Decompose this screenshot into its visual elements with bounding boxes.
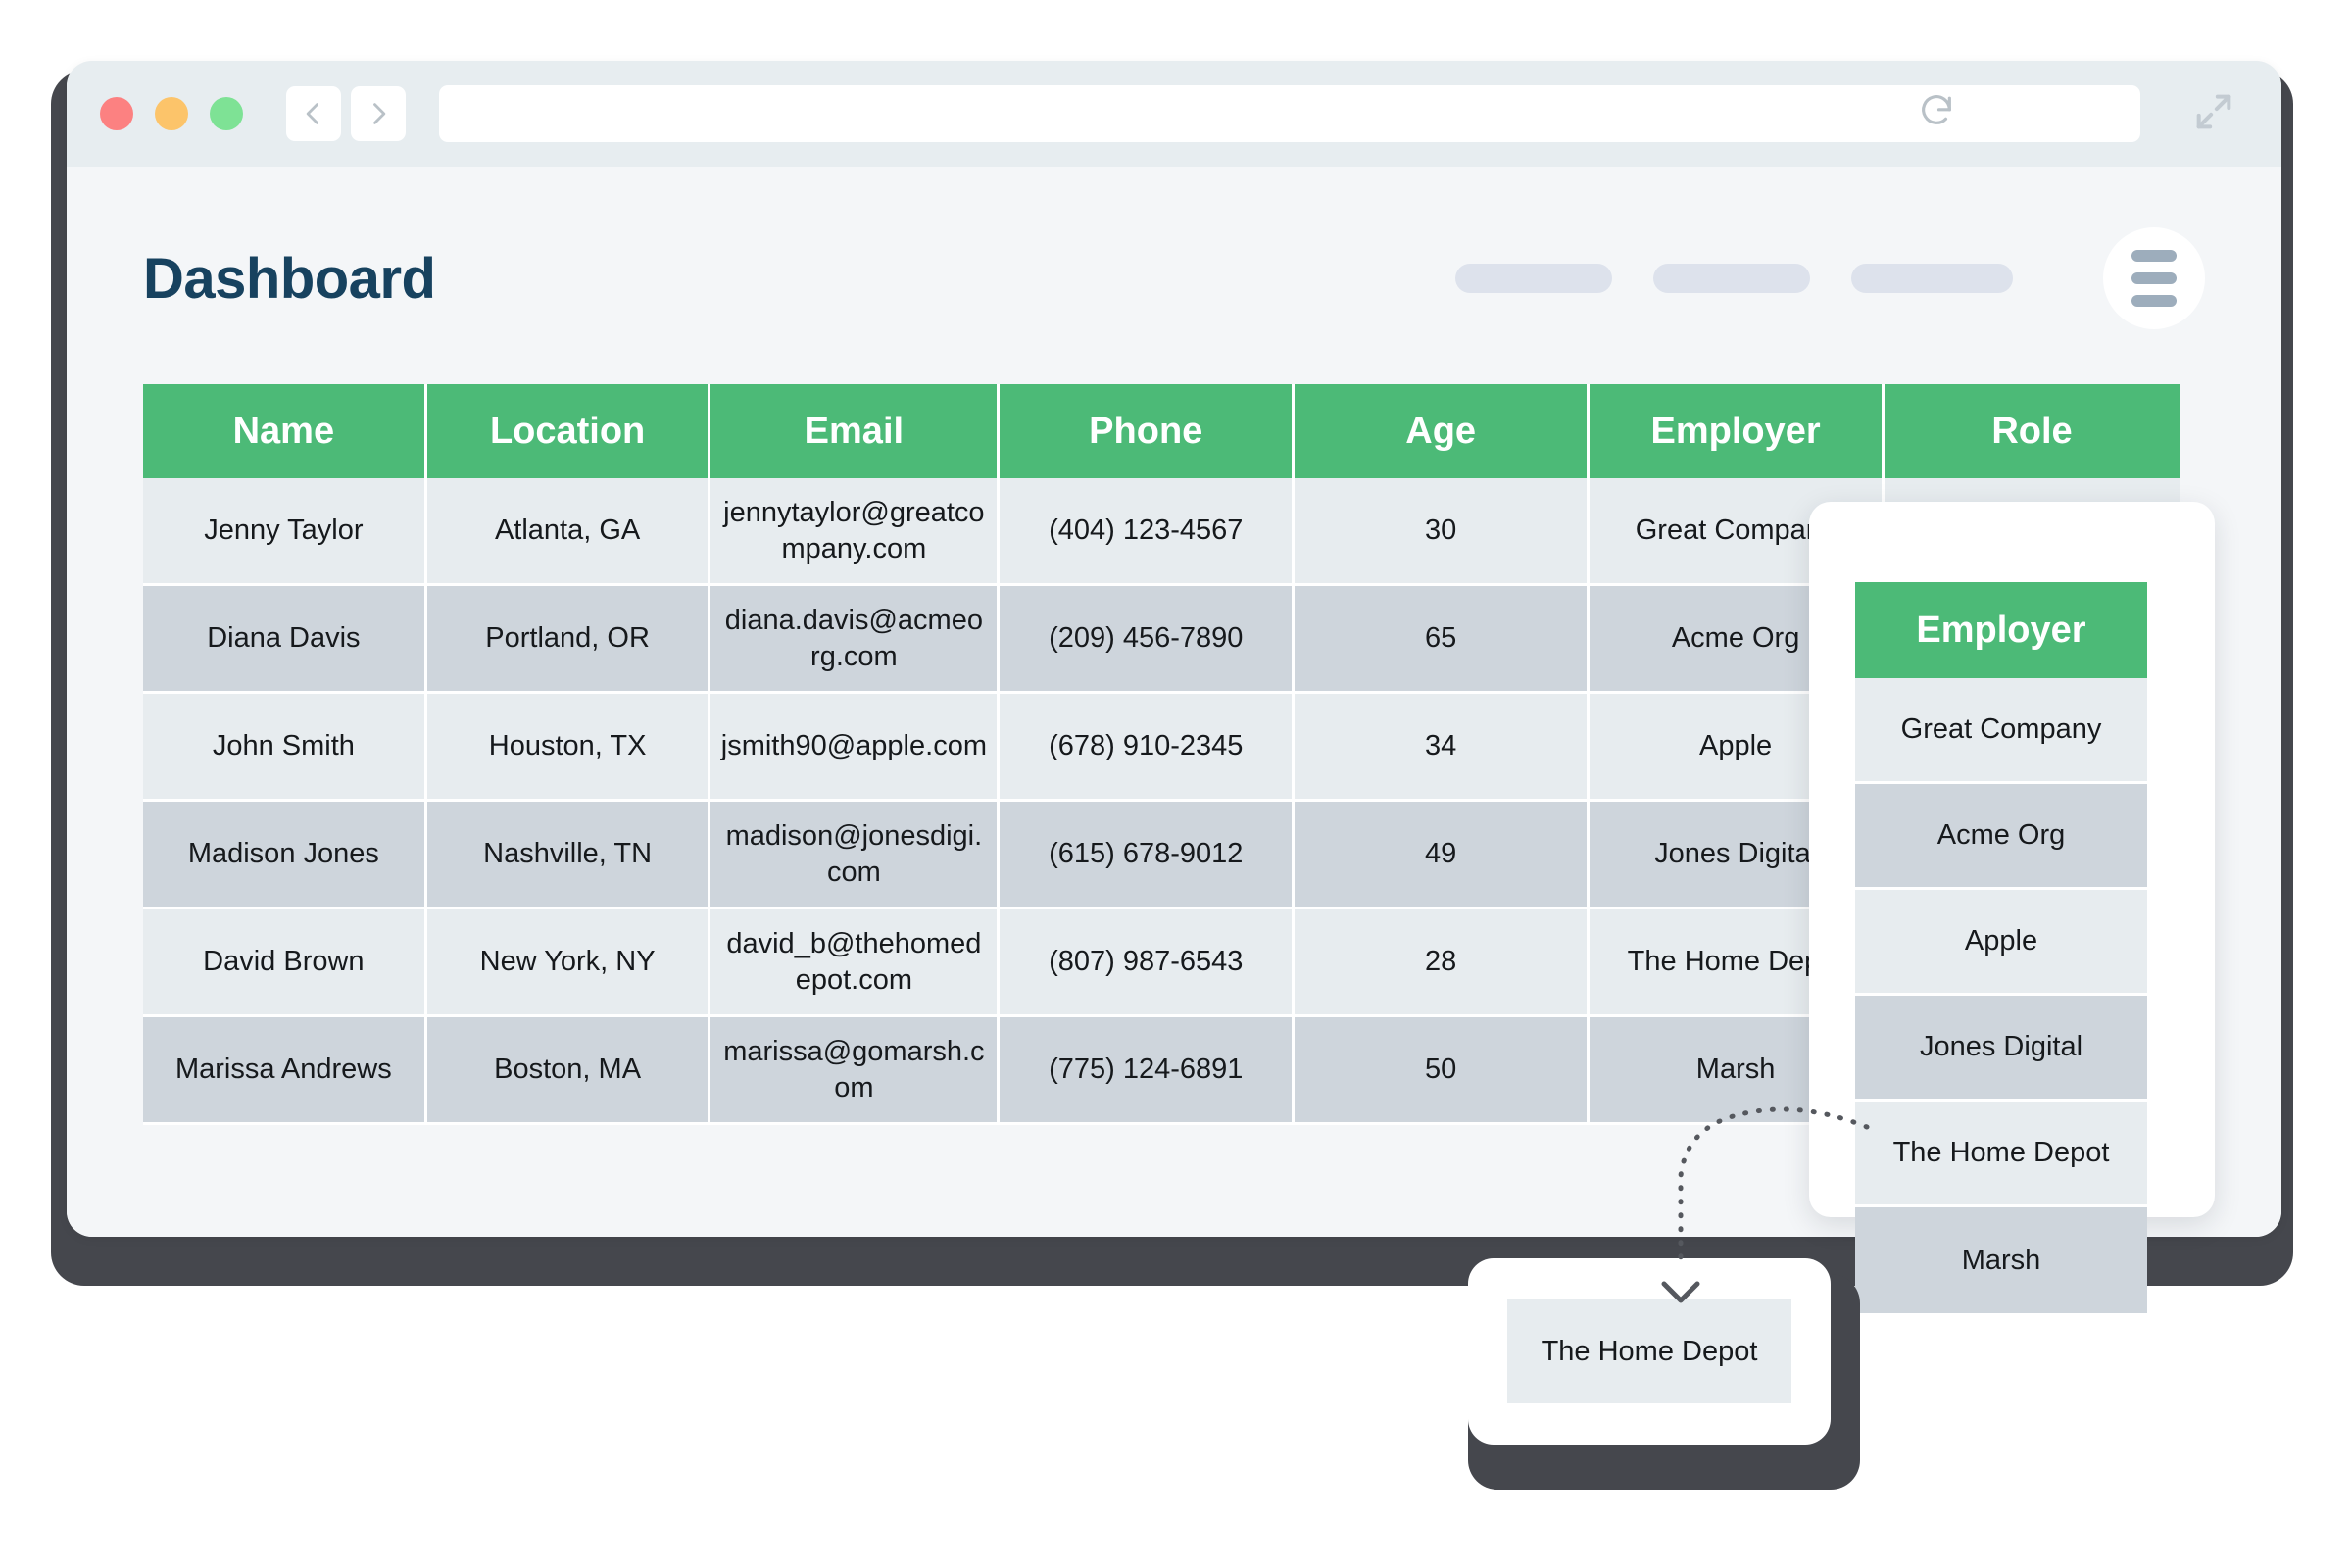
cell-phone: (678) 910-2345 [1000, 694, 1296, 802]
nav-pill-3[interactable] [1851, 264, 2013, 293]
employer-cell: Jones Digital [1855, 996, 2147, 1102]
column-header-phone[interactable]: Phone [1000, 384, 1296, 478]
expand-arrows-icon [2191, 89, 2236, 139]
employer-cell: Great Company [1855, 678, 2147, 784]
browser-toolbar [67, 61, 2281, 167]
cell-name: David Brown [143, 909, 427, 1017]
cell-name: Marissa Andrews [143, 1017, 427, 1125]
employer-cell: Acme Org [1855, 784, 2147, 890]
table-header-row: Name Location Email Phone Age Employer R… [143, 384, 2180, 478]
cell-name: John Smith [143, 694, 427, 802]
cell-location: Boston, MA [426, 1017, 711, 1125]
hamburger-menu-button[interactable] [2103, 227, 2205, 329]
traffic-light-group [100, 97, 243, 130]
column-header-name[interactable]: Name [143, 384, 427, 478]
callout-card: The Home Depot [1468, 1258, 1831, 1445]
cell-age: 65 [1295, 586, 1591, 694]
cell-name: Jenny Taylor [143, 478, 427, 586]
employer-detail-panel: Employer Great Company Acme Org Apple Jo… [1809, 502, 2215, 1313]
chevron-left-icon [300, 100, 327, 127]
close-window-button[interactable] [100, 97, 133, 130]
cell-phone: (775) 124-6891 [1000, 1017, 1296, 1125]
cell-age: 49 [1295, 802, 1591, 909]
page-title: Dashboard [143, 246, 436, 311]
hamburger-icon-line-2 [2132, 272, 2177, 284]
employer-cell: Apple [1855, 890, 2147, 996]
column-header-employer[interactable]: Employer [1590, 384, 1886, 478]
column-header-age[interactable]: Age [1295, 384, 1591, 478]
cell-name: Diana Davis [143, 586, 427, 694]
hamburger-icon-line-3 [2132, 295, 2177, 307]
column-header-email[interactable]: Email [710, 384, 1001, 478]
cell-phone: (404) 123-4567 [1000, 478, 1296, 586]
cell-age: 50 [1295, 1017, 1591, 1125]
cell-email: jennytaylor@greatcompany.com [710, 478, 1001, 586]
minimize-window-button[interactable] [155, 97, 188, 130]
cell-age: 30 [1295, 478, 1591, 586]
cell-location: Nashville, TN [426, 802, 711, 909]
cell-location: Portland, OR [426, 586, 711, 694]
page-header: Dashboard [67, 167, 2281, 329]
nav-pill-2[interactable] [1653, 264, 1810, 293]
employer-column: Employer Great Company Acme Org Apple Jo… [1855, 582, 2147, 1313]
address-bar[interactable] [439, 85, 2140, 142]
cell-phone: (615) 678-9012 [1000, 802, 1296, 909]
cell-email: jsmith90@apple.com [710, 694, 1001, 802]
chevron-right-icon [365, 100, 392, 127]
employer-column-header: Employer [1855, 582, 2147, 678]
cell-age: 34 [1295, 694, 1591, 802]
cell-age: 28 [1295, 909, 1591, 1017]
callout-value: The Home Depot [1507, 1299, 1791, 1403]
maximize-window-button[interactable] [210, 97, 243, 130]
employer-cell: Marsh [1855, 1207, 2147, 1313]
cell-email: marissa@gomarsh.com [710, 1017, 1001, 1125]
employer-cell: The Home Depot [1855, 1102, 2147, 1207]
hamburger-icon-line-1 [2132, 250, 2177, 262]
column-header-location[interactable]: Location [426, 384, 711, 478]
cell-location: Houston, TX [426, 694, 711, 802]
cell-email: madison@jonesdigi.com [710, 802, 1001, 909]
cell-email: diana.davis@acmeorg.com [710, 586, 1001, 694]
forward-button[interactable] [351, 86, 406, 141]
navigation-button-group [286, 86, 406, 141]
cell-name: Madison Jones [143, 802, 427, 909]
cell-phone: (209) 456-7890 [1000, 586, 1296, 694]
nav-pill-1[interactable] [1455, 264, 1612, 293]
cell-location: New York, NY [426, 909, 711, 1017]
cell-location: Atlanta, GA [426, 478, 711, 586]
column-header-role[interactable]: Role [1885, 384, 2180, 478]
back-button[interactable] [286, 86, 341, 141]
cell-email: david_b@thehomedepot.com [710, 909, 1001, 1017]
fullscreen-button[interactable] [2180, 89, 2248, 139]
cell-phone: (807) 987-6543 [1000, 909, 1296, 1017]
top-navigation [1455, 227, 2205, 329]
